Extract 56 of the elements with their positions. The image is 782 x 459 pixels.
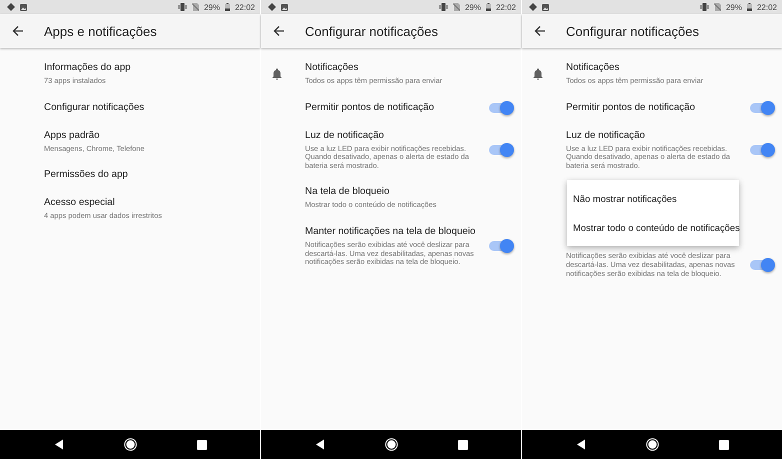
image-icon (542, 4, 549, 10)
setting-title[interactable]: Permitir pontos de notificação (566, 102, 742, 114)
battery-icon (224, 3, 230, 11)
setting-title[interactable]: Permissões do app (44, 169, 250, 182)
no-sim-icon (192, 3, 199, 11)
vibrate-icon (700, 3, 709, 11)
toggle-switch[interactable] (750, 144, 772, 155)
home-icon[interactable] (124, 438, 136, 451)
no-sim-icon (714, 3, 721, 11)
battery-icon (746, 3, 752, 11)
back-icon[interactable] (54, 439, 64, 450)
menu-option[interactable]: Mostrar todo o conteúdo de notificações (567, 213, 739, 242)
toggle-switch[interactable] (489, 144, 511, 155)
setting-title[interactable]: Manter notificações na tela de bloqueio (305, 226, 481, 238)
recents-icon[interactable] (196, 440, 206, 450)
setting-title[interactable]: Acesso especial (44, 197, 250, 210)
battery-icon (486, 3, 491, 11)
screen-title: Apps e notificações (44, 24, 157, 38)
home-icon[interactable] (384, 438, 398, 451)
setting-title[interactable]: Notificações (305, 62, 511, 74)
setting-title[interactable]: Informações do app (44, 62, 250, 74)
setting-title[interactable]: Luz de notificação (305, 130, 481, 142)
setting-title[interactable]: Apps padrão (44, 130, 250, 142)
toggle-switch[interactable] (489, 102, 511, 113)
toggle-switch[interactable] (750, 260, 772, 270)
vibrate-icon (438, 3, 448, 11)
screen-title: Configurar notificações (305, 24, 438, 38)
toggle-switch[interactable] (750, 102, 772, 113)
image-icon (281, 4, 288, 10)
toggle-switch[interactable] (489, 241, 511, 252)
back-icon[interactable] (576, 439, 586, 450)
clock-time: 22:02 (234, 2, 255, 12)
setting-title[interactable]: Permitir pontos de notificação (305, 102, 481, 114)
recents-icon[interactable] (718, 440, 728, 450)
menu-option[interactable]: Não mostrar notificações (567, 184, 739, 214)
battery-percentage: 29% (726, 2, 742, 12)
bell-icon (272, 68, 282, 80)
recents-icon[interactable] (458, 440, 468, 450)
setting-title[interactable]: Na tela de bloqueio (305, 186, 511, 198)
vibrate-icon (178, 3, 187, 11)
screen-title: Configurar notificações (566, 24, 699, 38)
clock-time: 22:02 (756, 2, 777, 12)
home-icon[interactable] (646, 438, 658, 451)
image-icon (20, 4, 27, 10)
bell-icon (533, 68, 543, 80)
setting-title[interactable]: Notificações (566, 62, 772, 74)
no-sim-icon (452, 3, 460, 11)
setting-title[interactable]: Luz de notificação (566, 130, 742, 142)
clock-time: 22:02 (496, 2, 516, 12)
back-icon[interactable] (314, 439, 324, 450)
diamond-icon (268, 3, 276, 11)
diamond-icon (7, 3, 15, 11)
battery-percentage: 29% (204, 2, 220, 12)
diamond-icon (529, 3, 537, 11)
setting-title[interactable]: Configurar notificações (44, 102, 250, 114)
battery-percentage: 29% (464, 2, 481, 12)
